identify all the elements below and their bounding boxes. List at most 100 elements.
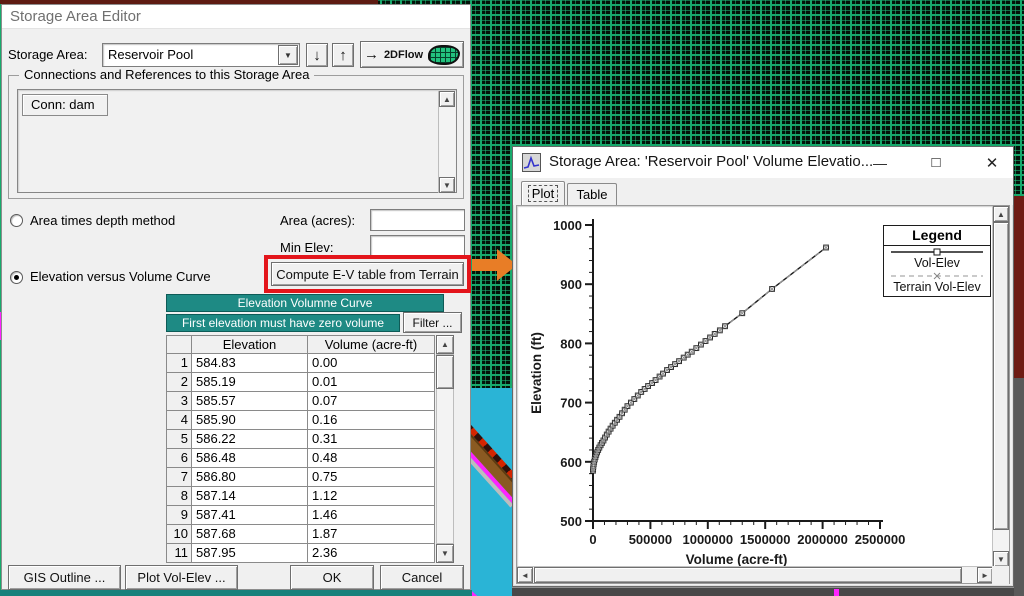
svg-text:700: 700: [560, 396, 582, 411]
row-number-cell[interactable]: 11: [166, 544, 192, 563]
elevation-cell[interactable]: 586.48: [192, 449, 308, 468]
volume-cell[interactable]: 0.16: [308, 411, 435, 430]
scroll-up-icon[interactable]: ▲: [993, 206, 1009, 222]
plot-tabs: Plot Table: [513, 178, 1013, 205]
table-scroll-down-icon[interactable]: ▼: [436, 544, 454, 563]
map-water-area: [470, 388, 514, 596]
volume-cell[interactable]: 0.00: [308, 354, 435, 373]
scroll-down-icon[interactable]: ▼: [439, 177, 455, 193]
elevation-cell[interactable]: 586.80: [192, 468, 308, 487]
volume-cell[interactable]: 0.07: [308, 392, 435, 411]
svg-text:500000: 500000: [629, 532, 672, 547]
row-number-cell[interactable]: 10: [166, 525, 192, 544]
maximize-icon[interactable]: □: [920, 147, 952, 178]
elevation-cell[interactable]: 585.57: [192, 392, 308, 411]
previous-storage-area-button[interactable]: ↑: [332, 43, 354, 67]
map-strip-bottom: [512, 587, 1014, 596]
svg-text:1500000: 1500000: [740, 532, 791, 547]
plot-vscroll-thumb[interactable]: [993, 222, 1009, 530]
area-times-depth-radio[interactable]: [10, 214, 23, 227]
row-number-cell[interactable]: 5: [166, 430, 192, 449]
table-row: 2 585.19 0.01: [166, 373, 436, 392]
close-icon[interactable]: ✕: [976, 147, 1008, 178]
row-number-cell[interactable]: 1: [166, 354, 192, 373]
volume-cell[interactable]: 2.36: [308, 544, 435, 563]
volume-cell[interactable]: 1.12: [308, 487, 435, 506]
svg-text:500: 500: [560, 514, 582, 529]
storage-area-value: Reservoir Pool: [108, 47, 194, 62]
elevation-cell[interactable]: 585.90: [192, 411, 308, 430]
scroll-up-icon[interactable]: ▲: [439, 91, 455, 107]
legend-terrain-label: Terrain Vol-Elev: [893, 280, 981, 294]
row-number-cell[interactable]: 2: [166, 373, 192, 392]
row-number-cell[interactable]: 4: [166, 411, 192, 430]
table-row: 6 586.48 0.48: [166, 449, 436, 468]
elevation-cell[interactable]: 586.22: [192, 430, 308, 449]
connections-groupbox-title: Connections and References to this Stora…: [19, 67, 315, 82]
row-number-cell[interactable]: 8: [166, 487, 192, 506]
tab-table[interactable]: Table: [567, 183, 617, 205]
cancel-button[interactable]: Cancel: [380, 565, 464, 590]
elevation-column-header: Elevation: [192, 335, 308, 354]
map-strip-right-gray: [1014, 378, 1024, 596]
connections-scrollbar[interactable]: ▲ ▼: [438, 91, 455, 193]
minimize-icon[interactable]: —: [864, 147, 896, 178]
elevation-cell[interactable]: 585.19: [192, 373, 308, 392]
row-number-cell[interactable]: 3: [166, 392, 192, 411]
gis-outline-button[interactable]: GIS Outline ...: [8, 565, 121, 590]
volume-cell[interactable]: 0.31: [308, 430, 435, 449]
elevation-cell[interactable]: 587.14: [192, 487, 308, 506]
elevation-cell[interactable]: 584.83: [192, 354, 308, 373]
2dflow-label: 2DFlow: [383, 48, 424, 61]
scroll-down-icon[interactable]: ▼: [993, 551, 1009, 567]
plot-window-title: Storage Area: 'Reservoir Pool' Volume El…: [549, 153, 874, 170]
elevation-cell[interactable]: 587.68: [192, 525, 308, 544]
row-number-cell[interactable]: 9: [166, 506, 192, 525]
svg-text:2500000: 2500000: [855, 532, 906, 547]
row-number-cell[interactable]: 7: [166, 468, 192, 487]
ok-button[interactable]: OK: [290, 565, 374, 590]
row-number-cell[interactable]: 6: [166, 449, 192, 468]
table-scrollbar-thumb[interactable]: [436, 355, 454, 389]
elevation-cell[interactable]: 587.41: [192, 506, 308, 525]
chart-legend: Legend Vol-Elev Terrain Vol-Elev: [883, 225, 991, 297]
volume-cell[interactable]: 1.46: [308, 506, 435, 525]
scroll-left-icon[interactable]: ◄: [517, 567, 533, 583]
tab-plot[interactable]: Plot: [521, 181, 565, 205]
volume-cell[interactable]: 0.48: [308, 449, 435, 468]
compute-ev-table-button[interactable]: Compute E-V table from Terrain: [271, 262, 464, 286]
table-row: 3 585.57 0.07: [166, 392, 436, 411]
plot-vol-elev-button[interactable]: Plot Vol-Elev ...: [125, 565, 238, 590]
table-row: 7 586.80 0.75: [166, 468, 436, 487]
next-storage-area-button[interactable]: ↓: [306, 43, 328, 67]
combo-dropdown-icon[interactable]: ▼: [278, 45, 298, 65]
volume-cell[interactable]: 0.75: [308, 468, 435, 487]
min-elev-input[interactable]: [370, 235, 465, 257]
scroll-right-icon[interactable]: ►: [977, 567, 993, 583]
elevation-cell[interactable]: 587.95: [192, 544, 308, 563]
convert-to-2dflow-button[interactable]: → 2DFlow: [360, 41, 464, 68]
plot-vertical-scrollbar[interactable]: ▲ ▼: [992, 206, 1009, 567]
area-times-depth-label: Area times depth method: [30, 213, 176, 228]
plot-horizontal-scrollbar[interactable]: ◄ ►: [517, 566, 993, 583]
storage-area-combobox[interactable]: Reservoir Pool ▼: [102, 43, 300, 67]
svg-text:900: 900: [560, 277, 582, 292]
svg-text:600: 600: [560, 455, 582, 470]
storage-area-editor-window: Storage Area Editor Storage Area: Reserv…: [1, 4, 471, 590]
table-note-bar: First elevation must have zero volume: [166, 314, 400, 332]
plot-window-titlebar[interactable]: Storage Area: 'Reservoir Pool' Volume El…: [513, 147, 1013, 178]
connection-item[interactable]: Conn: dam: [22, 94, 108, 116]
elevation-volume-radio[interactable]: [10, 271, 23, 284]
plot-hscroll-thumb[interactable]: [534, 567, 962, 583]
scrollbar-corner: [992, 566, 1009, 584]
volume-column-header: Volume (acre-ft): [308, 335, 435, 354]
connections-list[interactable]: Conn: dam ▲ ▼: [17, 89, 457, 193]
map-strip-under-dialog: [0, 590, 472, 596]
area-acres-input[interactable]: [370, 209, 465, 231]
filter-button[interactable]: Filter ...: [403, 312, 462, 333]
table-row: 10 587.68 1.87: [166, 525, 436, 544]
volume-cell[interactable]: 0.01: [308, 373, 435, 392]
svg-text:2000000: 2000000: [797, 532, 848, 547]
table-scroll-up-icon[interactable]: ▲: [436, 335, 454, 354]
volume-cell[interactable]: 1.87: [308, 525, 435, 544]
